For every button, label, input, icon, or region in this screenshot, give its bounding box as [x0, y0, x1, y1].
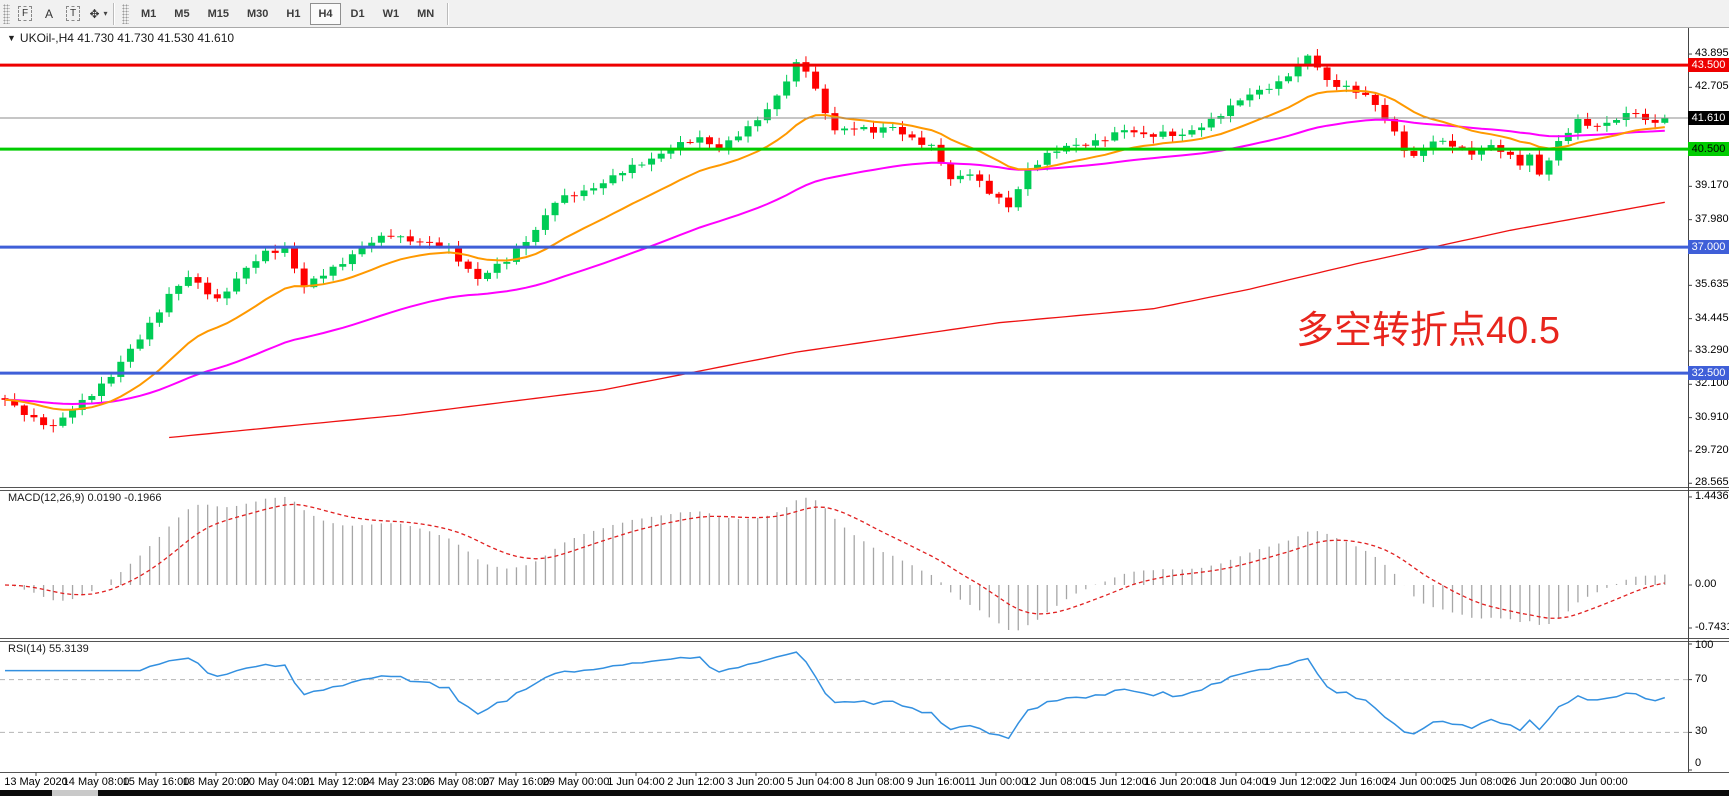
panel-frames — [0, 28, 1729, 773]
time-axis-label: 18 Jun 04:00 — [1204, 776, 1268, 788]
rsi-axis-label: 70 — [1695, 673, 1707, 686]
timeframe-mn[interactable]: MN — [409, 3, 442, 25]
y-axis-tick-label: 28.565 — [1695, 476, 1729, 489]
tool-font-icon[interactable]: A — [38, 3, 60, 25]
dropdown-caret-icon: ▾ — [104, 9, 108, 18]
y-axis-tick-label: 30.910 — [1695, 411, 1729, 424]
y-axis-tick-label: 33.290 — [1695, 344, 1729, 357]
toolbar-grip[interactable] — [122, 4, 129, 24]
chart-annotation-text: 多空转折点40.5 — [1296, 299, 1560, 354]
tool-text-label-icon[interactable]: T — [62, 3, 84, 25]
timeframe-h1[interactable]: H1 — [278, 3, 308, 25]
timeframes-group: M1M5M15M30H1H4D1W1MN — [132, 3, 443, 25]
price-badge-40.500: 40.500 — [1688, 142, 1729, 156]
price-badge-41.610: 41.610 — [1688, 111, 1729, 125]
chart-canvas[interactable] — [0, 0, 1729, 796]
price-badge-32.500: 32.500 — [1688, 366, 1729, 380]
bottom-scrollbar[interactable] — [0, 790, 1729, 796]
drawing-tools-group: FAT ✥▾ — [13, 3, 109, 25]
time-axis-label: 15 May 16:00 — [123, 776, 190, 788]
price-badge-37.000: 37.000 — [1688, 240, 1729, 254]
y-axis-tick-label: 34.445 — [1695, 312, 1729, 325]
template-grid-icon: F — [18, 6, 32, 21]
toolbar-grip[interactable] — [3, 4, 10, 24]
time-axis-label: 13 May 2020 — [4, 776, 68, 788]
rsi-axis-label: 100 — [1695, 639, 1713, 652]
timeframe-m30[interactable]: M30 — [239, 3, 276, 25]
toolbar: FAT ✥▾ M1M5M15M30H1H4D1W1MN — [0, 0, 1729, 28]
timeframe-w1[interactable]: W1 — [375, 3, 408, 25]
symbol-ohlc-text: UKOil-,H4 41.730 41.730 41.530 41.610 — [20, 31, 234, 45]
timeframe-m15[interactable]: M15 — [200, 3, 237, 25]
time-axis-label: 11 Jun 00:00 — [965, 776, 1028, 788]
time-axis-label: 27 May 16:00 — [483, 776, 550, 788]
arrow-tools-icon: ✥ — [86, 6, 102, 22]
rsi-axis-label: 30 — [1695, 725, 1707, 738]
time-axis-label: 22 Jun 16:00 — [1324, 776, 1388, 788]
macd-axis-label: -0.7431 — [1695, 621, 1729, 634]
time-axis-label: 1 Jun 04:00 — [607, 776, 665, 788]
text-label-icon: T — [66, 6, 80, 21]
timeframe-d1[interactable]: D1 — [343, 3, 373, 25]
time-axis-label: 5 Jun 04:00 — [787, 776, 845, 788]
toolbar-separator — [447, 3, 449, 25]
time-axis-label: 19 Jun 12:00 — [1264, 776, 1328, 788]
macd-panel — [5, 497, 1692, 630]
terminal-window: FAT ✥▾ M1M5M15M30H1H4D1W1MN ▼ UKOil-,H4 4… — [0, 0, 1729, 796]
time-axis-label: 18 May 20:00 — [183, 776, 250, 788]
timeframe-h4[interactable]: H4 — [310, 3, 340, 25]
time-axis-label: 2 Jun 12:00 — [667, 776, 725, 788]
y-axis-tick-label: 42.705 — [1695, 80, 1729, 93]
price-badge-43.500: 43.500 — [1688, 58, 1729, 72]
rsi-indicator-label: RSI(14) 55.3139 — [8, 643, 89, 655]
collapse-arrow-icon[interactable]: ▼ — [7, 33, 16, 43]
time-axis-label: 16 Jun 20:00 — [1144, 776, 1208, 788]
timeframe-m5[interactable]: M5 — [166, 3, 197, 25]
macd-axis-label: 1.4436 — [1695, 490, 1729, 503]
time-axis-label: 8 Jun 08:00 — [847, 776, 905, 788]
macd-axis-label: 0.00 — [1695, 578, 1716, 591]
symbol-title: ▼ UKOil-,H4 41.730 41.730 41.530 41.610 — [7, 31, 234, 45]
y-axis-tick-label: 39.170 — [1695, 179, 1729, 192]
time-axis-label: 24 May 23:00 — [363, 776, 430, 788]
timeframe-m1[interactable]: M1 — [133, 3, 164, 25]
time-axis-label: 30 Jun 00:00 — [1564, 776, 1628, 788]
time-axis-label: 24 Jun 00:00 — [1384, 776, 1448, 788]
tool-arrow-tools-icon[interactable]: ✥▾ — [86, 3, 108, 25]
tool-template-grid-icon[interactable]: F — [14, 3, 36, 25]
time-axis-label: 20 May 04:00 — [243, 776, 310, 788]
time-axis-label: 25 Jun 08:00 — [1444, 776, 1508, 788]
rsi-panel — [0, 644, 1692, 770]
scrollbar-thumb[interactable] — [52, 790, 98, 796]
time-axis-label: 29 May 00:00 — [543, 776, 610, 788]
y-axis-tick-label: 37.980 — [1695, 213, 1729, 226]
time-axis-label: 14 May 08:00 — [63, 776, 130, 788]
toolbar-separator — [113, 3, 115, 25]
time-axis-label: 9 Jun 16:00 — [907, 776, 965, 788]
time-axis-label: 26 Jun 20:00 — [1504, 776, 1568, 788]
time-axis-label: 3 Jun 20:00 — [727, 776, 785, 788]
y-axis-tick-label: 29.720 — [1695, 444, 1729, 457]
time-axis-label: 21 May 12:00 — [303, 776, 370, 788]
time-axis-label: 12 Jun 08:00 — [1024, 776, 1088, 788]
macd-indicator-label: MACD(12,26,9) 0.0190 -0.1966 — [8, 492, 161, 504]
y-axis-tick-label: 35.635 — [1695, 278, 1729, 291]
time-axis-label: 26 May 08:00 — [423, 776, 490, 788]
font-icon: A — [42, 6, 56, 22]
candlesticks — [2, 49, 1669, 432]
rsi-axis-label: 0 — [1695, 757, 1701, 770]
time-axis-label: 15 Jun 12:00 — [1084, 776, 1148, 788]
